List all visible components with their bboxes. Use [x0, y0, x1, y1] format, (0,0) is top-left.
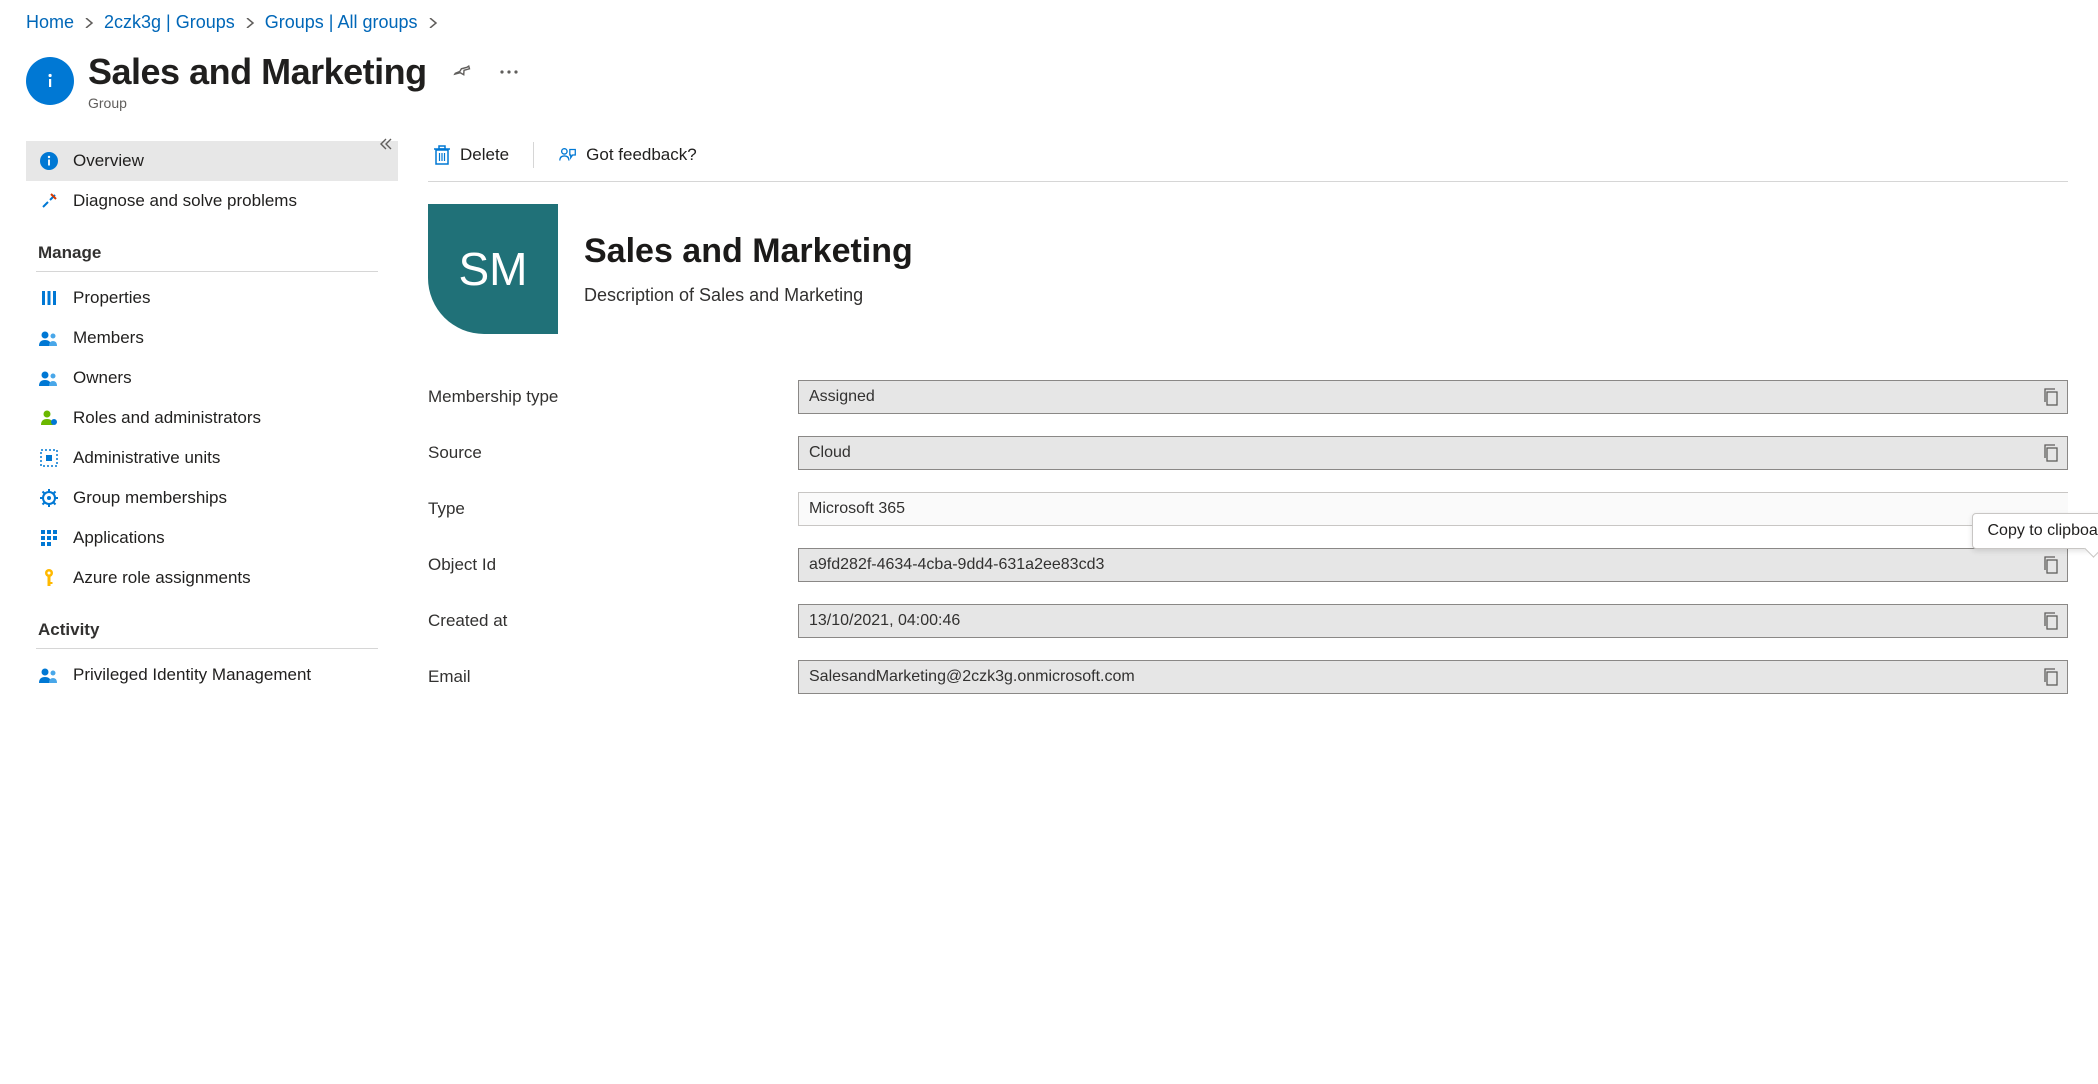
roles-icon — [39, 408, 59, 428]
breadcrumb-all-groups[interactable]: Groups | All groups — [265, 12, 418, 33]
sidebar-item-admin-units[interactable]: Administrative units — [26, 438, 398, 478]
type-field: Microsoft 365 — [798, 492, 2068, 526]
breadcrumb-groups[interactable]: 2czk3g | Groups — [104, 12, 235, 33]
email-field: SalesandMarketing@2czk3g.onmicrosoft.com — [798, 660, 2068, 694]
properties-icon — [39, 288, 59, 308]
separator — [533, 142, 534, 168]
sidebar-item-overview[interactable]: Overview — [26, 141, 398, 181]
object-id-label: Object Id — [428, 555, 798, 575]
membership-type-field: Assigned — [798, 380, 2068, 414]
copy-button[interactable] — [2041, 611, 2061, 631]
tools-icon — [39, 191, 59, 211]
sidebar-item-owners[interactable]: Owners — [26, 358, 398, 398]
page-title: Sales and Marketing — [88, 51, 427, 93]
chevron-right-icon — [245, 15, 255, 31]
chevron-right-icon — [84, 15, 94, 31]
sidebar-item-label: Group memberships — [73, 488, 227, 508]
breadcrumb: Home 2czk3g | Groups Groups | All groups — [26, 12, 2098, 33]
collapse-sidebar-button[interactable] — [378, 137, 394, 153]
trash-icon — [432, 145, 452, 165]
sidebar-item-diagnose[interactable]: Diagnose and solve problems — [26, 181, 398, 221]
content: Delete Got feedback? SM Sales and Market… — [406, 141, 2098, 716]
sidebar-item-label: Roles and administrators — [73, 408, 261, 428]
membership-type-value: Assigned — [809, 388, 875, 406]
copy-button[interactable] — [2041, 667, 2061, 687]
created-at-value: 13/10/2021, 04:00:46 — [809, 612, 960, 630]
info-circle-icon — [26, 57, 74, 105]
copy-tooltip: Copy to clipboard — [1972, 513, 2098, 549]
sidebar-item-pim[interactable]: Privileged Identity Management — [26, 655, 398, 695]
email-label: Email — [428, 667, 798, 687]
source-label: Source — [428, 443, 798, 463]
created-at-label: Created at — [428, 611, 798, 631]
type-label: Type — [428, 499, 798, 519]
page-subtitle: Group — [88, 95, 519, 111]
delete-button-label: Delete — [460, 145, 509, 165]
sidebar-item-label: Azure role assignments — [73, 568, 251, 588]
sidebar-section-manage: Manage — [36, 221, 378, 272]
info-icon — [39, 151, 59, 171]
object-id-field: a9fd282f-4634-4cba-9dd4-631a2ee83cd3 Cop… — [798, 548, 2068, 582]
sidebar-item-label: Applications — [73, 528, 165, 548]
group-avatar: SM — [428, 204, 558, 334]
group-title: Sales and Marketing — [584, 232, 913, 271]
feedback-button-label: Got feedback? — [586, 145, 697, 165]
members-icon — [39, 328, 59, 348]
email-value: SalesandMarketing@2czk3g.onmicrosoft.com — [809, 668, 1135, 686]
membership-type-label: Membership type — [428, 387, 798, 407]
feedback-icon — [558, 145, 578, 165]
sidebar: Overview Diagnose and solve problems Man… — [26, 141, 406, 695]
sidebar-item-applications[interactable]: Applications — [26, 518, 398, 558]
source-value: Cloud — [809, 444, 851, 462]
sidebar-item-label: Privileged Identity Management — [73, 665, 311, 685]
source-field: Cloud — [798, 436, 2068, 470]
copy-button[interactable] — [2041, 555, 2061, 575]
gear-icon — [39, 488, 59, 508]
sidebar-item-label: Overview — [73, 151, 144, 171]
sidebar-item-label: Diagnose and solve problems — [73, 191, 297, 211]
sidebar-item-properties[interactable]: Properties — [26, 278, 398, 318]
feedback-button[interactable]: Got feedback? — [554, 141, 701, 169]
copy-button[interactable] — [2041, 387, 2061, 407]
sidebar-item-roles[interactable]: Roles and administrators — [26, 398, 398, 438]
copy-tooltip-text: Copy to clipboard — [1987, 522, 2098, 539]
copy-button[interactable] — [2041, 443, 2061, 463]
sidebar-section-activity: Activity — [36, 598, 378, 649]
group-description: Description of Sales and Marketing — [584, 285, 913, 306]
sidebar-item-label: Members — [73, 328, 144, 348]
key-icon — [39, 568, 59, 588]
applications-icon — [39, 528, 59, 548]
pin-button[interactable] — [453, 62, 473, 82]
object-id-value: a9fd282f-4634-4cba-9dd4-631a2ee83cd3 — [809, 556, 1104, 574]
sidebar-item-label: Administrative units — [73, 448, 220, 468]
delete-button[interactable]: Delete — [428, 141, 513, 169]
toolbar: Delete Got feedback? — [428, 141, 2068, 182]
sidebar-item-group-memberships[interactable]: Group memberships — [26, 478, 398, 518]
owners-icon — [39, 368, 59, 388]
breadcrumb-home[interactable]: Home — [26, 12, 74, 33]
type-value: Microsoft 365 — [809, 500, 905, 518]
group-initials: SM — [459, 242, 528, 296]
sidebar-item-members[interactable]: Members — [26, 318, 398, 358]
people-icon — [39, 665, 59, 685]
created-at-field: 13/10/2021, 04:00:46 — [798, 604, 2068, 638]
more-button[interactable] — [499, 69, 519, 75]
sidebar-item-azure-role[interactable]: Azure role assignments — [26, 558, 398, 598]
chevron-right-icon — [428, 15, 438, 31]
admin-units-icon — [39, 448, 59, 468]
sidebar-item-label: Properties — [73, 288, 150, 308]
sidebar-item-label: Owners — [73, 368, 132, 388]
